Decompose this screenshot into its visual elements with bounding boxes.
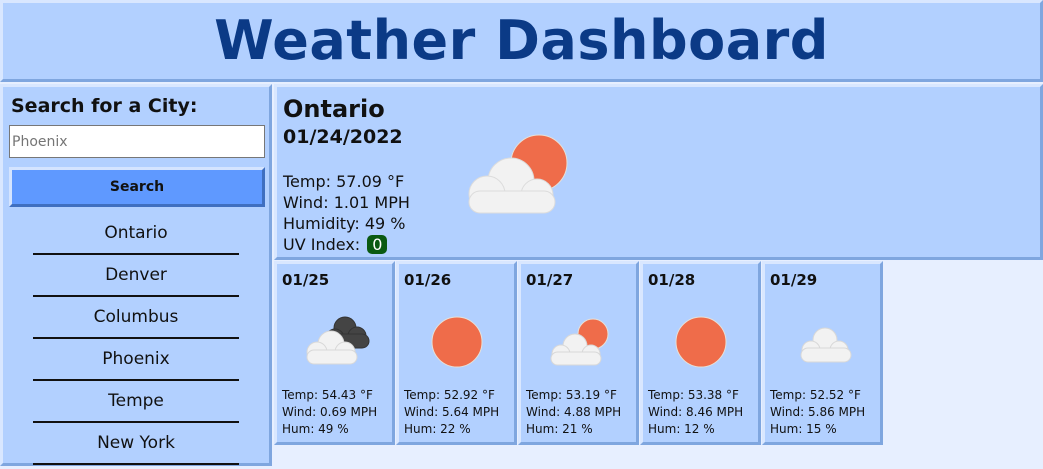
header-panel: Weather Dashboard: [0, 0, 1043, 82]
forecast-date: 01/26: [404, 271, 452, 289]
forecast-date: 01/25: [282, 271, 330, 289]
forecast-wind: Wind: 5.86 MPH: [770, 405, 866, 419]
forecast-wind: Wind: 8.46 MPH: [648, 405, 744, 419]
current-wind: Wind: 1.01 MPH: [283, 193, 410, 212]
forecast-humidity: Hum: 15 %: [770, 422, 837, 436]
sun-icon: [675, 316, 727, 368]
city-history-item[interactable]: New York: [33, 423, 239, 465]
forecast-humidity: Hum: 22 %: [404, 422, 471, 436]
forecast-card: 01/25 Temp: 54.43 °F Wind: 0.69 MPH Hum:…: [274, 261, 395, 445]
uv-badge: 0: [367, 235, 388, 254]
sun-icon: [431, 316, 483, 368]
forecast-card: 01/29 Temp: 52.52 °F Wind: 5.86 MPH Hum:…: [762, 261, 883, 445]
search-button[interactable]: Search: [9, 167, 265, 207]
current-city-name: Ontario: [283, 95, 385, 123]
current-humidity: Humidity: 49 %: [283, 214, 406, 233]
forecast-date: 01/27: [526, 271, 574, 289]
current-stats: Temp: 57.09 °F Wind: 1.01 MPH Humidity: …: [283, 171, 410, 255]
city-history-item[interactable]: Columbus: [33, 297, 239, 339]
forecast-temp: Temp: 54.43 °F: [282, 388, 373, 402]
partly-cloudy-icon: [468, 134, 568, 214]
current-date: 01/24/2022: [283, 126, 403, 148]
forecast-wind: Wind: 4.88 MPH: [526, 405, 622, 419]
sidebar: Search for a City: Search Ontario Denver…: [0, 84, 272, 466]
forecast-card: 01/28 Temp: 53.38 °F Wind: 8.46 MPH Hum:…: [640, 261, 761, 445]
city-history-item[interactable]: Denver: [33, 255, 239, 297]
forecast-card: 01/27 Temp: 53.19 °F Wind: 4.88 MPH Hum:…: [518, 261, 639, 445]
sidebar-title: Search for a City:: [11, 95, 198, 117]
uv-label: UV Index:: [283, 235, 361, 254]
storm-cloud-icon: [306, 316, 370, 365]
forecast-card: 01/26 Temp: 52.92 °F Wind: 5.64 MPH Hum:…: [396, 261, 517, 445]
current-uv-row: UV Index: 0: [283, 234, 410, 255]
forecast-humidity: Hum: 49 %: [282, 422, 349, 436]
city-history-item[interactable]: Phoenix: [33, 339, 239, 381]
forecast-humidity: Hum: 12 %: [648, 422, 715, 436]
partly-cloudy-icon: [550, 318, 609, 366]
forecast-date: 01/28: [648, 271, 696, 289]
current-weather-panel: Ontario 01/24/2022 Temp: 57.09 °F Wind: …: [274, 84, 1043, 260]
city-history-item[interactable]: Tempe: [33, 381, 239, 423]
forecast-temp: Temp: 52.52 °F: [770, 388, 861, 402]
forecast-wind: Wind: 5.64 MPH: [404, 405, 500, 419]
forecast-temp: Temp: 52.92 °F: [404, 388, 495, 402]
search-input[interactable]: [9, 125, 265, 158]
forecast-date: 01/29: [770, 271, 818, 289]
forecast-temp: Temp: 53.38 °F: [648, 388, 739, 402]
forecast-temp: Temp: 53.19 °F: [526, 388, 617, 402]
forecast-wind: Wind: 0.69 MPH: [282, 405, 378, 419]
city-history-item[interactable]: Ontario: [33, 213, 239, 255]
cloud-icon: [800, 327, 852, 363]
current-temp: Temp: 57.09 °F: [283, 172, 405, 191]
page-title: Weather Dashboard: [214, 9, 829, 72]
forecast-humidity: Hum: 21 %: [526, 422, 593, 436]
city-history-list: Ontario Denver Columbus Phoenix Tempe Ne…: [9, 213, 263, 465]
